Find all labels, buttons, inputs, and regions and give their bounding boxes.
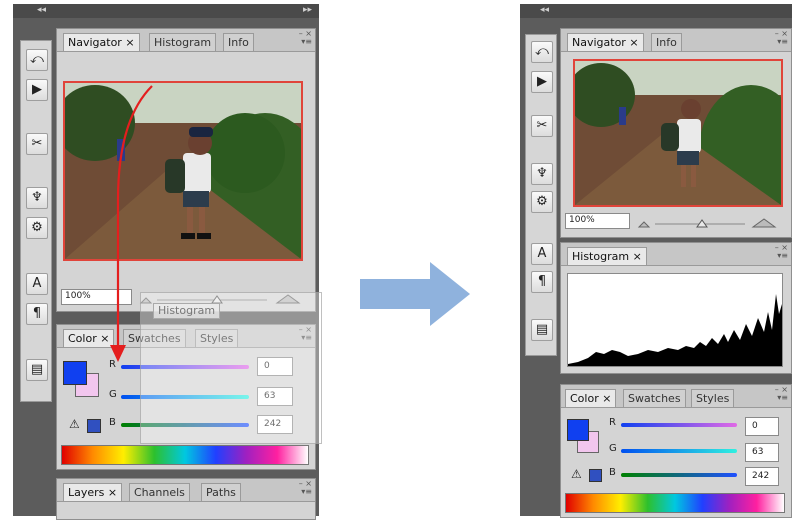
paragraph-icon[interactable]: ¶ bbox=[531, 271, 553, 293]
clone-source-icon[interactable]: ♆ bbox=[26, 187, 48, 209]
notes-icon[interactable]: ▤ bbox=[26, 359, 48, 381]
tab-info[interactable]: Info bbox=[223, 33, 254, 51]
navigator-preview-image bbox=[573, 59, 783, 207]
color-ramp[interactable] bbox=[61, 445, 309, 465]
left-tool-strip: ⤺ ▶ ✂ ♆ ⚙ A ¶ ▤ bbox=[20, 40, 52, 402]
color-ramp[interactable] bbox=[565, 493, 785, 513]
foreground-color-swatch[interactable] bbox=[63, 361, 87, 385]
tab-styles[interactable]: Styles bbox=[691, 389, 735, 407]
tab-navigator[interactable]: Navigator × bbox=[63, 33, 140, 51]
g-slider-track[interactable] bbox=[621, 449, 737, 453]
panel-menu-icon[interactable]: – × ▾≡ bbox=[299, 480, 312, 496]
tab-swatches-label: Swatches bbox=[628, 392, 681, 405]
tab-info-label: Info bbox=[656, 36, 677, 49]
tab-color-label: Color bbox=[570, 392, 599, 405]
right-top-strip: ◂◂ bbox=[520, 4, 792, 18]
websafe-swatch[interactable] bbox=[589, 469, 602, 482]
left-top-strip: ◂◂ ▸▸ bbox=[13, 4, 319, 18]
character-icon[interactable]: A bbox=[531, 243, 553, 265]
tab-color-label: Color bbox=[68, 332, 97, 345]
right-color-panel: Color × Swatches Styles – × ▾≡ R 0 G 63 ⚠… bbox=[560, 384, 792, 518]
clone-source-icon[interactable]: ♆ bbox=[531, 163, 553, 185]
g-label: G bbox=[109, 389, 117, 400]
panel-menu-icon[interactable]: – × ▾≡ bbox=[775, 30, 788, 46]
tool-presets-icon[interactable]: ⚙ bbox=[26, 217, 48, 239]
r-label: R bbox=[609, 417, 616, 428]
tab-layers-label: Layers bbox=[68, 486, 105, 499]
histogram-graph bbox=[567, 273, 783, 367]
b-label: B bbox=[609, 467, 616, 478]
warning-icon[interactable]: ⚠ bbox=[69, 417, 80, 431]
right-navigator-tabbar: Navigator × Info – × ▾≡ bbox=[561, 29, 791, 52]
zoom-slider[interactable] bbox=[635, 213, 785, 231]
transition-arrow bbox=[360, 262, 470, 326]
tools-icon[interactable]: ✂ bbox=[531, 115, 553, 137]
expand-icon[interactable]: ▸▸ bbox=[303, 5, 312, 15]
right-color-tabbar: Color × Swatches Styles – × ▾≡ bbox=[561, 385, 791, 408]
tab-histogram[interactable]: Histogram bbox=[149, 33, 217, 51]
close-icon[interactable]: × bbox=[602, 392, 611, 405]
g-value-input[interactable]: 63 bbox=[745, 443, 779, 462]
panel-menu-icon[interactable]: – × ▾≡ bbox=[775, 244, 788, 260]
close-icon[interactable]: × bbox=[633, 250, 642, 263]
b-value-input[interactable]: 242 bbox=[745, 467, 779, 486]
b-label: B bbox=[109, 417, 116, 428]
tab-layers[interactable]: Layers × bbox=[63, 483, 123, 501]
warning-icon[interactable]: ⚠ bbox=[571, 467, 582, 481]
b-slider-track[interactable] bbox=[621, 473, 737, 477]
paragraph-icon[interactable]: ¶ bbox=[26, 303, 48, 325]
tab-navigator[interactable]: Navigator × bbox=[567, 33, 644, 51]
close-icon[interactable]: × bbox=[125, 36, 134, 49]
history-icon[interactable]: ⤺ bbox=[26, 49, 48, 71]
collapse-icon[interactable]: ◂◂ bbox=[540, 5, 549, 15]
tools-icon[interactable]: ✂ bbox=[26, 133, 48, 155]
tab-channels[interactable]: Channels bbox=[129, 483, 190, 501]
tab-histogram-label: Histogram bbox=[572, 250, 630, 263]
tool-presets-icon[interactable]: ⚙ bbox=[531, 191, 553, 213]
panel-menu-icon[interactable]: – × ▾≡ bbox=[299, 30, 312, 46]
r-value-input[interactable]: 0 bbox=[745, 417, 779, 436]
collapse-icon[interactable]: ◂◂ bbox=[37, 5, 46, 15]
actions-play-icon[interactable]: ▶ bbox=[531, 71, 553, 93]
drag-arrow bbox=[110, 85, 153, 362]
tab-color[interactable]: Color × bbox=[565, 389, 617, 407]
navigator-preview-image bbox=[63, 81, 303, 261]
close-icon[interactable]: × bbox=[629, 36, 638, 49]
left-layers-panel: Layers × Channels Paths – × ▾≡ bbox=[56, 478, 316, 520]
zoom-input[interactable]: 100% bbox=[565, 213, 630, 229]
left-navigator-panel: Navigator × Histogram Info – × ▾≡ 100% bbox=[56, 28, 316, 312]
notes-icon[interactable]: ▤ bbox=[531, 319, 553, 341]
tab-info-label: Info bbox=[228, 36, 249, 49]
tab-channels-label: Channels bbox=[134, 486, 185, 499]
history-icon[interactable]: ⤺ bbox=[531, 41, 553, 63]
actions-play-icon[interactable]: ▶ bbox=[26, 79, 48, 101]
right-navigator-panel: Navigator × Info – × ▾≡ 100% bbox=[560, 28, 792, 238]
left-layers-tabbar: Layers × Channels Paths – × ▾≡ bbox=[57, 479, 315, 502]
tab-paths[interactable]: Paths bbox=[201, 483, 241, 501]
r-slider-track[interactable] bbox=[621, 423, 737, 427]
right-histogram-tabbar: Histogram × – × ▾≡ bbox=[561, 243, 791, 266]
tab-navigator-label: Navigator bbox=[572, 36, 626, 49]
tab-navigator-label: Navigator bbox=[68, 36, 122, 49]
foreground-color-swatch[interactable] bbox=[567, 419, 589, 441]
tab-histogram-label: Histogram bbox=[154, 36, 212, 49]
left-navigator-tabbar: Navigator × Histogram Info – × ▾≡ bbox=[57, 29, 315, 52]
close-icon[interactable]: × bbox=[108, 486, 117, 499]
tab-styles-label: Styles bbox=[696, 392, 730, 405]
tab-info[interactable]: Info bbox=[651, 33, 682, 51]
tab-paths-label: Paths bbox=[206, 486, 236, 499]
g-label: G bbox=[609, 443, 617, 454]
panel-menu-icon[interactable]: – × ▾≡ bbox=[775, 386, 788, 402]
character-icon[interactable]: A bbox=[26, 273, 48, 295]
websafe-swatch[interactable] bbox=[87, 419, 101, 433]
tab-swatches[interactable]: Swatches bbox=[623, 389, 686, 407]
histogram-bars bbox=[568, 294, 782, 366]
preview-photo bbox=[575, 61, 781, 205]
right-histogram-panel: Histogram × – × ▾≡ bbox=[560, 242, 792, 374]
tab-histogram[interactable]: Histogram × bbox=[567, 247, 647, 265]
right-tool-strip: ⤺ ▶ ✂ ♆ ⚙ A ¶ ▤ bbox=[525, 34, 557, 356]
